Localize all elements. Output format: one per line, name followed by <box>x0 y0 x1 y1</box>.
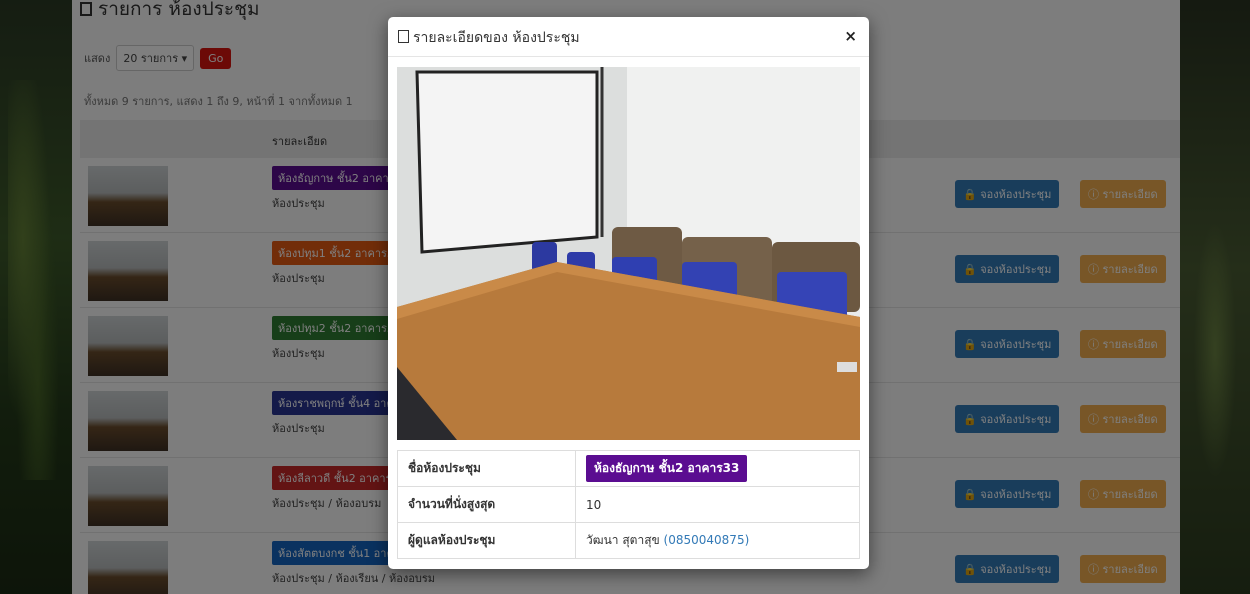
room-info-table: ชื่อห้องประชุม ห้องธัญกาษ ชั้น2 อาคาร33 … <box>397 450 860 559</box>
room-detail-modal: รายละเอียดของ ห้องประชุม × ชื่อห้องประชุ… <box>388 17 869 569</box>
room-name-label: ชื่อห้องประชุม <box>397 450 576 487</box>
max-seats-label: จำนวนที่นั่งสูงสุด <box>397 486 576 523</box>
room-admin-phone[interactable]: (0850040875) <box>664 533 750 547</box>
close-button[interactable]: × <box>844 27 857 45</box>
building-icon <box>398 30 409 43</box>
modal-header: รายละเอียดของ ห้องประชุม × <box>388 17 869 57</box>
table-row: ชื่อห้องประชุม ห้องธัญกาษ ชั้น2 อาคาร33 <box>397 450 860 487</box>
room-name-badge: ห้องธัญกาษ ชั้น2 อาคาร33 <box>586 455 748 482</box>
room-name-cell: ห้องธัญกาษ ชั้น2 อาคาร33 <box>575 450 860 487</box>
table-row: ผู้ดูแลห้องประชุม วัฒนา สุตาสุข (0850040… <box>397 522 860 559</box>
max-seats-value: 10 <box>575 486 860 523</box>
room-admin-cell: วัฒนา สุตาสุข (0850040875) <box>575 522 860 559</box>
modal-title: รายละเอียดของ ห้องประชุม <box>398 27 580 49</box>
table-row: จำนวนที่นั่งสูงสุด 10 <box>397 486 860 523</box>
room-photo-image <box>397 67 860 440</box>
room-admin-label: ผู้ดูแลห้องประชุม <box>397 522 576 559</box>
room-photo <box>397 67 860 440</box>
room-admin-name: วัฒนา สุตาสุข <box>586 533 660 547</box>
